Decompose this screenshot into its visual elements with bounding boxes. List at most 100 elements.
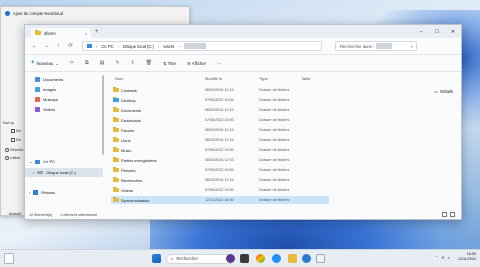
table-row[interactable]: Videos 07/05/2022 10:00 Dossier de fichi… xyxy=(111,186,329,194)
copilot-icon[interactable] xyxy=(226,254,235,263)
start-icon[interactable] xyxy=(152,254,161,263)
nav-item-this-pc[interactable]: ⌄ Ce PC xyxy=(29,159,55,164)
table-row[interactable]: Favoris 06/03/2024 12:10 Dossier de fich… xyxy=(111,126,329,134)
select-option[interactable]: Sélectio xyxy=(5,148,24,152)
column-header-size[interactable]: Taille xyxy=(301,76,310,81)
breadcrumb-users[interactable]: Users xyxy=(163,44,174,49)
nav-item-images[interactable]: Images xyxy=(35,87,56,92)
more-options-button[interactable]: ··· xyxy=(217,61,221,66)
table-row[interactable]: Parties enregistrées 06/03/2024 12:10 Do… xyxy=(111,156,329,164)
back-button[interactable]: ← xyxy=(31,43,38,49)
folder-icon xyxy=(113,156,119,163)
drive-icon xyxy=(37,170,44,175)
new-tab-button[interactable]: + xyxy=(95,29,99,35)
table-row[interactable]: Music 07/05/2022 10:00 Dossier de fichie… xyxy=(111,146,329,154)
chrome-icon[interactable] xyxy=(256,254,265,263)
task-view-icon[interactable] xyxy=(240,254,249,263)
edge-icon[interactable] xyxy=(272,254,281,263)
view-button[interactable]: ☰ Afficher xyxy=(187,61,206,66)
delete-icon[interactable]: 🗑 xyxy=(146,60,152,66)
breadcrumb-local-disk[interactable]: Disque local (C:) xyxy=(123,44,154,49)
music-icon xyxy=(35,97,40,102)
sync-option-1[interactable]: De xyxy=(11,129,21,133)
navigation-pane: Documents Images Musique Vidéos ⌄ Ce PC … xyxy=(25,73,105,210)
file-type: Dossier de fichiers xyxy=(259,138,290,142)
tab-current-folder[interactable]: dfenm × xyxy=(31,28,91,38)
widgets-icon[interactable] xyxy=(4,253,14,264)
nav-item-documents[interactable]: Documents xyxy=(35,77,63,82)
close-tab-icon[interactable]: × xyxy=(85,31,87,36)
checkbox-icon xyxy=(11,138,15,142)
command-bar: + Nouveau ⌄ ✂ ⧉ ▤ ✎ ⇪ 🗑 ⇅ Trier ☰ Affich… xyxy=(25,55,461,72)
table-row[interactable]: Recherches 06/03/2024 12:10 Dossier de f… xyxy=(111,176,329,184)
chevron-up-icon[interactable]: ⌃ xyxy=(435,255,438,260)
up-button[interactable]: ↑ xyxy=(55,43,62,49)
file-name: Synchronisation xyxy=(121,197,150,203)
system-tray: ⌃ ≋ ◖ xyxy=(435,255,450,260)
table-row[interactable]: Pictures 07/05/2022 10:00 Dossier de fic… xyxy=(111,166,329,174)
details-view-icon[interactable] xyxy=(442,212,447,217)
sort-button[interactable]: ⇅ Trier xyxy=(163,61,176,66)
file-explorer-window: dfenm × + – ☐ ✕ ← → ↑ ⟳ › Ce PC › Disque… xyxy=(24,24,462,220)
table-row[interactable]: Liens 06/03/2024 12:10 Dossier de fichie… xyxy=(111,136,329,144)
column-header-modified[interactable]: Modifié le xyxy=(205,76,222,81)
chevron-right-icon: › xyxy=(117,43,120,49)
close-window-button[interactable]: ✕ xyxy=(445,25,461,38)
table-row[interactable]: Desktop 07/05/2022 10:00 Dossier de fich… xyxy=(111,96,329,104)
desktop-folder-icon xyxy=(113,96,119,103)
search-box[interactable]: Rechercher dans : ⌕ xyxy=(335,41,417,51)
minimize-button[interactable]: – xyxy=(413,25,429,38)
nav-item-videos[interactable]: Vidéos xyxy=(35,107,55,112)
cancel-button[interactable]: Annule xyxy=(9,211,21,216)
new-button[interactable]: + Nouveau ⌄ xyxy=(31,60,59,66)
wizard-title: Ajout du compte Nextcloud xyxy=(13,10,64,16)
app-taskbar-icon[interactable] xyxy=(316,254,325,263)
tiles-view-icon[interactable] xyxy=(450,212,455,217)
column-header-type[interactable]: Type xyxy=(259,76,268,81)
refresh-button[interactable]: ⟳ xyxy=(67,43,74,49)
table-row[interactable]: Downloads 07/05/2022 10:00 Dossier de fi… xyxy=(111,116,329,124)
sync-option-2[interactable]: De xyxy=(11,138,21,142)
use-option[interactable]: Utilise xyxy=(5,156,20,160)
computer-icon xyxy=(87,44,92,48)
folder-icon xyxy=(113,176,119,183)
nav-item-network[interactable]: › Réseau xyxy=(29,190,55,195)
cut-icon[interactable]: ✂ xyxy=(70,60,74,66)
taskbar: ⌕ Rechercher ⌃ ≋ ◖ 18:59 12/11/2024 xyxy=(0,249,480,267)
chevron-right-icon: › xyxy=(33,170,35,175)
file-modified: 07/05/2022 10:00 xyxy=(205,118,234,122)
rename-icon[interactable]: ✎ xyxy=(115,60,119,66)
file-type: Dossier de fichiers xyxy=(259,88,290,92)
file-modified: 07/05/2022 10:00 xyxy=(205,148,234,152)
redacted-username xyxy=(183,43,206,49)
file-modified: 06/03/2024 12:10 xyxy=(205,128,234,132)
nextcloud-taskbar-icon[interactable] xyxy=(302,254,311,263)
navigation-scrollbar[interactable] xyxy=(102,75,104,155)
address-bar[interactable]: › Ce PC › Disque local (C:) › Users › xyxy=(82,41,322,51)
wifi-icon[interactable]: ≋ xyxy=(441,255,444,260)
status-bar: 12 élément(s) 1 élément sélectionné xyxy=(29,213,97,217)
share-icon[interactable]: ⇪ xyxy=(131,60,135,66)
maximize-button[interactable]: ☐ xyxy=(429,25,445,38)
view-icon: ☰ xyxy=(187,60,191,66)
breadcrumb-this-pc[interactable]: Ce PC xyxy=(101,44,113,49)
copy-icon[interactable]: ⧉ xyxy=(85,60,89,66)
chevron-right-icon: › xyxy=(96,43,98,49)
nav-item-music[interactable]: Musique xyxy=(35,97,58,102)
nav-item-local-disk[interactable]: › Disque local (C:) xyxy=(25,168,103,177)
forward-button[interactable]: → xyxy=(43,43,50,49)
documents-icon xyxy=(35,77,40,82)
folder-icon xyxy=(113,116,119,123)
file-explorer-taskbar-icon[interactable] xyxy=(288,254,297,263)
file-name: Music xyxy=(121,147,132,153)
paste-icon[interactable]: ▤ xyxy=(100,60,105,66)
table-row-selected[interactable]: Synchronisation 12/11/2024 18:59 Dossier… xyxy=(111,196,329,204)
speaker-icon[interactable]: ◖ xyxy=(448,255,450,260)
file-list: Nom Modifié le Type Taille Contacts 06/0… xyxy=(109,73,459,210)
clock[interactable]: 18:59 12/11/2024 xyxy=(458,252,476,261)
table-row[interactable]: Documents 06/03/2024 12:10 Dossier de fi… xyxy=(111,106,329,114)
folder-icon xyxy=(35,29,41,36)
taskbar-search[interactable]: ⌕ Rechercher xyxy=(166,253,234,264)
table-row[interactable]: Contacts 06/03/2024 12:10 Dossier de fic… xyxy=(111,86,329,94)
column-header-name[interactable]: Nom xyxy=(115,76,123,81)
